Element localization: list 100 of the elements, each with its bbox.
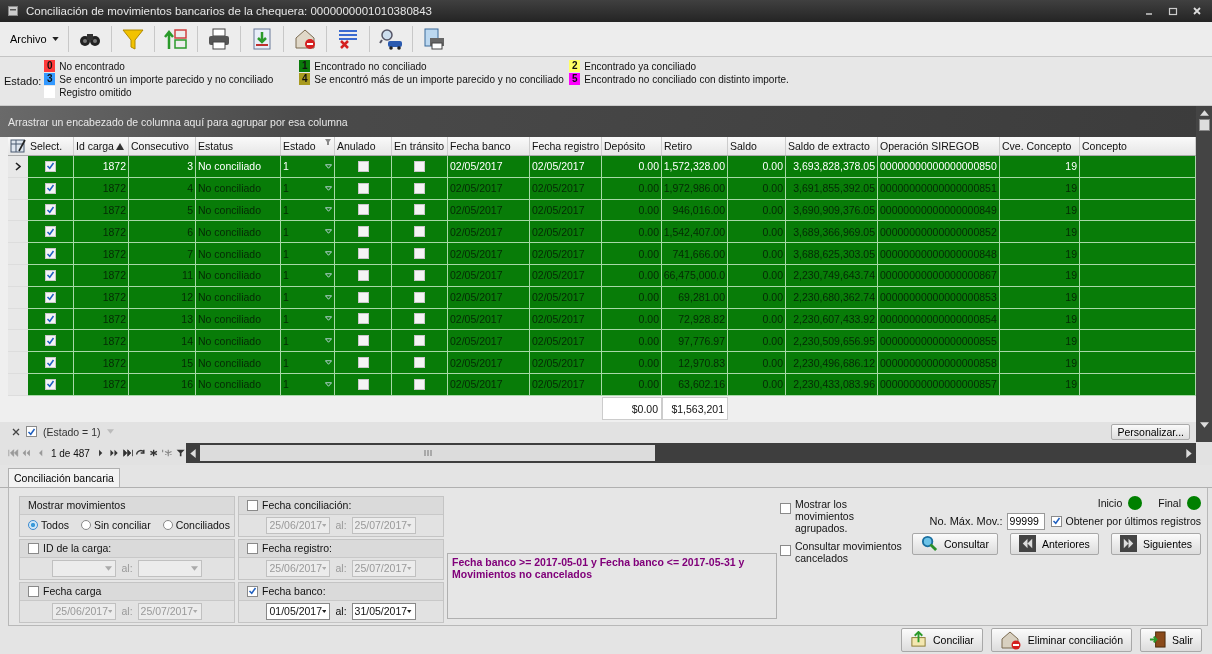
column-header[interactable]: Retiro [662,137,728,155]
checkbox[interactable] [357,378,369,390]
last-icon[interactable] [121,448,133,459]
reconcile-button[interactable]: Conciliar [901,627,983,652]
checkbox[interactable] [1050,515,1062,527]
checkbox[interactable] [45,226,56,238]
customize-button[interactable]: Personalizar... [1111,423,1190,440]
checkbox[interactable] [780,502,791,514]
checkbox[interactable] [357,313,369,325]
checkbox[interactable] [414,291,425,303]
next-page-icon[interactable] [108,448,120,459]
checkbox[interactable] [247,542,258,554]
column-header[interactable]: Saldo de extracto [786,137,878,155]
column-header[interactable]: Depósito [602,137,662,155]
scroll-thumb[interactable] [1198,119,1210,131]
checkbox[interactable] [45,313,56,325]
column-header[interactable]: Select. [28,137,74,155]
checkbox[interactable] [414,335,425,347]
checkbox[interactable] [414,357,425,369]
date-field[interactable] [137,559,202,577]
checkbox[interactable] [247,499,258,511]
exit-button[interactable]: Salir [1140,627,1202,652]
grip-icon[interactable] [423,449,432,458]
checkbox[interactable] [414,204,425,216]
max-movements-field[interactable]: 99999 [1006,512,1045,530]
checkbox[interactable] [357,160,369,172]
checkbox[interactable] [357,182,369,194]
checkbox[interactable] [45,291,56,303]
search-button[interactable]: Consultar [912,532,998,555]
radio-option[interactable]: Sin conciliar [81,519,151,532]
column-chooser-icon[interactable] [8,137,28,155]
scroll-thumb[interactable] [200,445,655,462]
checkbox[interactable] [357,226,369,238]
column-header[interactable]: En tránsito [392,137,448,155]
checkbox[interactable] [414,269,425,281]
checkbox[interactable] [28,585,39,597]
dropdown-cell[interactable]: 1 [281,156,335,178]
magnifier-car-icon[interactable] [378,27,403,51]
column-header[interactable]: Fecha registro [530,137,602,155]
checkbox[interactable] [414,182,425,194]
checkbox[interactable] [357,204,369,216]
file-menu[interactable]: Archivo [6,30,63,48]
tab[interactable]: Conciliación bancaria [8,467,120,487]
checkbox[interactable] [247,585,258,597]
checkbox[interactable] [357,248,369,260]
checkbox[interactable] [414,226,425,238]
checkbox[interactable] [45,335,56,347]
clear-filter-icon[interactable] [12,427,20,436]
checkbox[interactable] [45,378,56,390]
scroll-right-icon[interactable] [1186,448,1192,458]
table-cell: 0.00 [728,156,786,178]
checkbox[interactable] [26,426,37,438]
scroll-up-icon[interactable] [1199,110,1209,116]
checkbox[interactable] [414,248,425,260]
close-icon[interactable] [1192,6,1202,16]
column-header[interactable]: Consecutivo [129,137,196,155]
column-header[interactable]: Id carga [74,137,129,155]
house-delete-icon[interactable] [292,27,317,51]
next-button[interactable]: Siguientes [1110,532,1201,555]
delete-button[interactable]: Eliminar conciliación [990,627,1132,652]
checkbox[interactable] [45,204,56,216]
column-header[interactable]: Saldo [728,137,786,155]
checkbox[interactable] [45,357,56,369]
checkbox[interactable] [45,248,56,260]
maximize-icon[interactable] [1168,6,1178,16]
checkbox[interactable] [28,542,39,554]
column-header[interactable]: Operación SIREGOB [878,137,1000,155]
checkbox[interactable] [45,182,56,194]
column-header[interactable]: Cve. Concepto [1000,137,1080,155]
table-cell: 1872 [74,373,129,396]
checkbox[interactable] [414,160,425,172]
checkbox[interactable] [357,269,369,281]
checkbox[interactable] [414,313,425,325]
column-header[interactable]: Estado [281,137,335,155]
previous-button[interactable]: Anteriores [1010,532,1099,555]
scroll-left-icon[interactable] [190,448,196,458]
clipboard-printer-icon[interactable] [421,27,446,51]
column-header[interactable]: Estatus [196,137,281,155]
vertical-scrollbar[interactable] [1196,106,1212,442]
printer-icon[interactable] [206,27,231,51]
radio-option[interactable]: Conciliados [162,519,230,532]
checkbox[interactable] [780,544,791,556]
filter-icon[interactable] [174,448,187,459]
checkbox[interactable] [45,160,56,172]
date-field[interactable]: 01/05/2017 [266,602,331,620]
checkbox[interactable] [357,335,369,347]
column-header[interactable]: Fecha banco [448,137,530,155]
filter-expression[interactable]: (Estado = 1) [43,425,101,438]
date-field[interactable]: 31/05/2017 [351,602,416,620]
checkbox[interactable] [45,269,56,281]
radio-option[interactable]: Todos [28,519,70,532]
table-row[interactable]: 1872 3 No conciliado 1 02/05/2017 02/05/2017 0.00 1,572,328.00 0.00 3,693,828,378.05 00000000000000000850 19 [8,156,1196,178]
checkbox[interactable] [357,291,369,303]
checkbox[interactable] [357,357,369,369]
date-field[interactable] [52,559,117,577]
scroll-down-icon[interactable] [1199,421,1209,428]
checkbox[interactable] [414,378,425,390]
horizontal-scrollbar[interactable] [186,443,1196,464]
column-header[interactable]: Anulado [335,137,392,155]
insert-icon[interactable] [148,448,160,459]
